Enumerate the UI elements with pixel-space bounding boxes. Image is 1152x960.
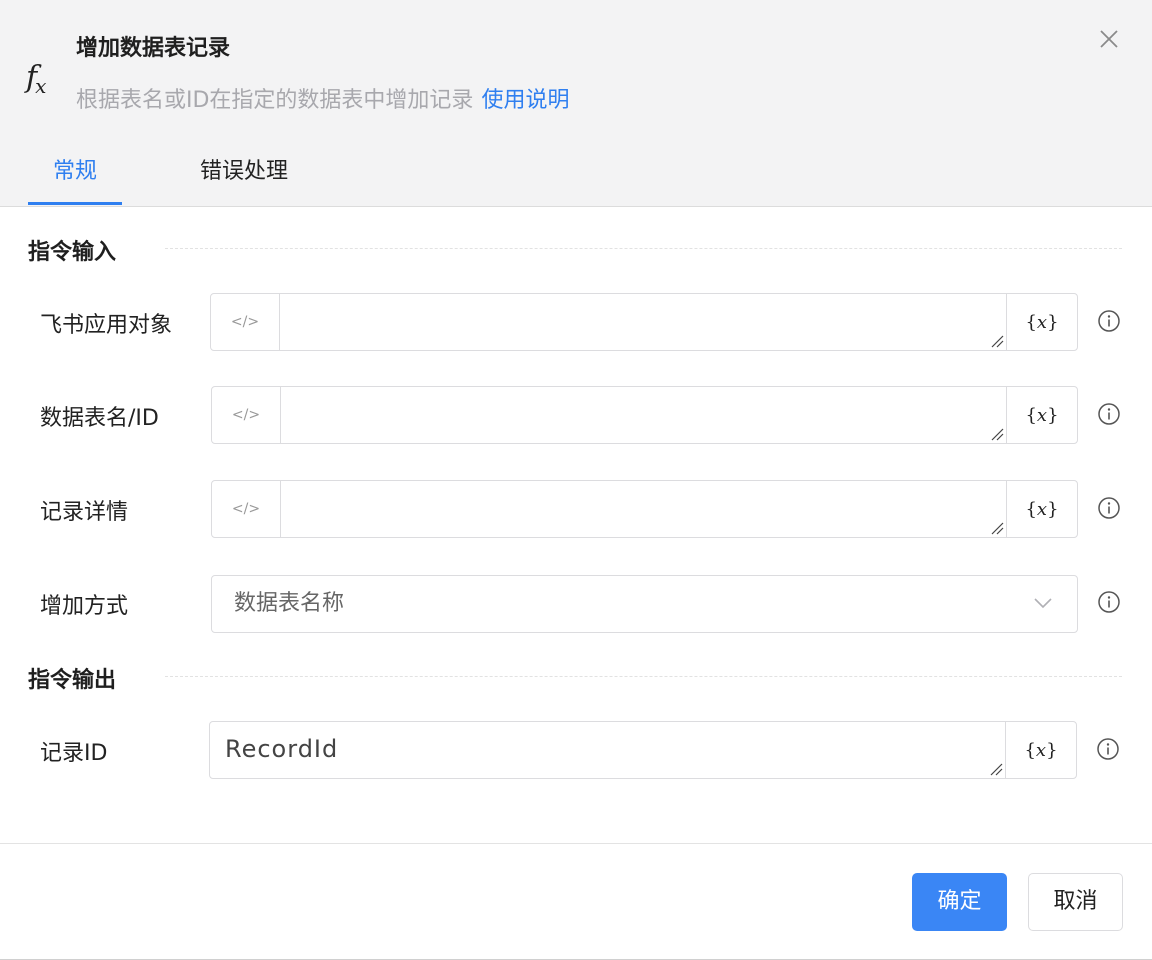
field-label-record-id: 记录ID [40,741,108,766]
feishu-app-field: </> {x} [210,293,1078,351]
feishu-app-input[interactable] [280,294,1006,350]
dialog-header: fx 增加数据表记录 根据表名或ID在指定的数据表中增加记录 使用说明 常规 错误… [0,0,1152,207]
add-mode-select[interactable]: 数据表名称 [211,575,1078,633]
variable-icon: {x} [1025,404,1059,426]
code-icon: </> [231,501,261,517]
code-icon: </> [231,407,261,423]
footer-divider [0,843,1152,844]
insert-variable-button[interactable]: {x} [1006,481,1077,537]
record-detail-input[interactable] [281,481,1006,537]
resize-handle-icon[interactable] [989,762,1003,776]
record-id-field: RecordId {x} [209,721,1077,779]
insert-variable-button[interactable]: {x} [1006,294,1077,350]
help-link[interactable]: 使用说明 [481,88,569,113]
info-icon[interactable] [1097,309,1121,333]
code-mode-button[interactable]: </> [212,481,281,537]
confirm-button[interactable]: 确定 [912,873,1007,931]
dialog: fx 增加数据表记录 根据表名或ID在指定的数据表中增加记录 使用说明 常规 错误… [0,0,1152,960]
record-id-input[interactable]: RecordId [210,722,1005,778]
code-icon: </> [230,314,260,330]
field-label-table-name: 数据表名/ID [40,406,159,431]
insert-variable-button[interactable]: {x} [1006,387,1077,443]
section-divider [165,248,1122,249]
dialog-description: 根据表名或ID在指定的数据表中增加记录 使用说明 [76,82,569,114]
variable-icon: {x} [1025,498,1059,520]
field-label-record-detail: 记录详情 [40,500,129,525]
variable-icon: {x} [1024,739,1058,761]
field-label-feishu-app: 飞书应用对象 [40,313,173,338]
cancel-button[interactable]: 取消 [1028,873,1123,931]
section-title-input: 指令输入 [28,240,117,265]
close-button[interactable] [1096,26,1122,52]
info-icon[interactable] [1096,737,1120,761]
close-icon [1100,30,1118,48]
info-icon[interactable] [1097,590,1121,614]
resize-handle-icon[interactable] [990,521,1004,535]
table-name-field: </> {x} [211,386,1078,444]
chevron-down-icon [1034,598,1052,609]
record-detail-field: </> {x} [211,480,1078,538]
insert-variable-button[interactable]: {x} [1005,722,1076,778]
field-label-add-mode: 增加方式 [40,594,129,619]
section-title-output: 指令输出 [28,668,117,693]
description-text: 根据表名或ID在指定的数据表中增加记录 [76,88,474,113]
resize-handle-icon[interactable] [990,334,1004,348]
tab-error-handling[interactable]: 错误处理 [200,150,288,205]
table-name-input[interactable] [281,387,1006,443]
tab-general[interactable]: 常规 [28,150,122,205]
variable-icon: {x} [1025,311,1059,333]
fx-icon: fx [26,60,47,99]
resize-handle-icon[interactable] [990,427,1004,441]
info-icon[interactable] [1097,402,1121,426]
add-mode-selected-value: 数据表名称 [234,591,345,616]
info-icon[interactable] [1097,496,1121,520]
tab-bar: 常规 错误处理 [28,150,288,206]
code-mode-button[interactable]: </> [211,294,280,350]
section-divider [165,676,1122,677]
code-mode-button[interactable]: </> [212,387,281,443]
dialog-title: 增加数据表记录 [76,36,231,61]
